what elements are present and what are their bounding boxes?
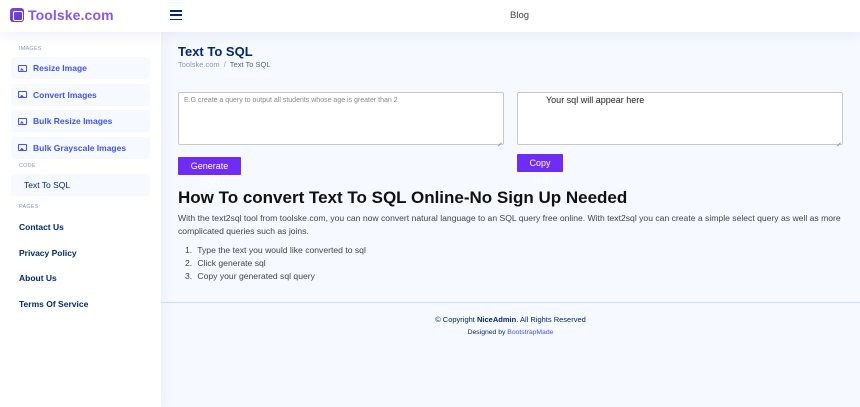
logo[interactable]: Toolske.com bbox=[10, 7, 114, 23]
sql-output[interactable] bbox=[517, 92, 843, 145]
credits-text: Designed by BootstrapMade bbox=[467, 329, 554, 336]
image-icon bbox=[18, 91, 27, 98]
sidebar-item-contact-us[interactable]: Contact Us bbox=[11, 215, 150, 241]
sidebar-item-text-to-sql[interactable]: Text To SQL bbox=[11, 174, 150, 196]
breadcrumb-separator: / bbox=[223, 60, 226, 69]
image-icon bbox=[18, 117, 27, 125]
image-icon bbox=[18, 64, 27, 72]
sidebar-item-label: Resize Image bbox=[33, 63, 87, 73]
copy-text-button[interactable]: Copy Text bbox=[517, 154, 563, 186]
logo-icon bbox=[10, 8, 24, 22]
list-item: 2. Click generate sql bbox=[185, 258, 266, 268]
text-input[interactable] bbox=[178, 92, 504, 145]
breadcrumb-home[interactable]: Toolske.com bbox=[178, 60, 220, 69]
brand-name: NiceAdmin bbox=[477, 315, 517, 324]
breadcrumb: Toolske.com / Text To SQL bbox=[178, 60, 271, 69]
sidebar-item-resize-image[interactable]: Resize Image bbox=[11, 57, 150, 79]
sidebar-item-bulk-resize-images[interactable]: Bulk Resize Images bbox=[11, 110, 150, 132]
header: Toolske.com Blog bbox=[0, 0, 860, 32]
nav-heading-images: IMAGES bbox=[19, 46, 42, 52]
sidebar-item-terms-of-service[interactable]: Terms Of Service bbox=[11, 292, 150, 318]
list-item: 1. Type the text you would like converte… bbox=[185, 245, 366, 255]
sidebar-item-label: Bulk Resize Images bbox=[33, 116, 113, 126]
resize-handle-icon[interactable] bbox=[835, 137, 841, 143]
logo-text: Toolske.com bbox=[28, 7, 114, 23]
nav-heading-pages: PAGES bbox=[19, 204, 39, 210]
menu-toggle-icon[interactable] bbox=[170, 10, 182, 21]
main-content: Text To SQL Toolske.com/Text To SQL Gene… bbox=[161, 32, 860, 407]
sidebar-item-label: Text To SQL bbox=[24, 180, 71, 190]
resize-handle-icon[interactable] bbox=[496, 137, 502, 143]
sidebar-item-label: Convert Images bbox=[33, 89, 97, 100]
list-item: 3. Copy your generated sql query bbox=[185, 271, 315, 281]
sidebar-item-label: Bulk Grayscale Images bbox=[33, 142, 127, 153]
section-heading: How To convert Text To SQL Online-No Sig… bbox=[178, 188, 628, 207]
blog-link[interactable]: Blog bbox=[510, 10, 529, 21]
footer: © Copyright NiceAdmin. All Rights Reserv… bbox=[161, 302, 860, 407]
generate-sql-button[interactable]: Generate SQL! bbox=[178, 157, 241, 189]
designer-link[interactable]: BootstrapMade bbox=[507, 329, 553, 336]
page-title: Text To SQL bbox=[178, 44, 253, 59]
sidebar-item-convert-images[interactable]: Convert Images bbox=[11, 83, 150, 106]
description-text: With the text2sql tool from toolske.com,… bbox=[178, 213, 841, 236]
sidebar-item-bulk-grayscale-images[interactable]: Bulk Grayscale Images bbox=[11, 136, 150, 159]
image-icon bbox=[18, 144, 27, 151]
sidebar-item-about-us[interactable]: About Us bbox=[11, 266, 150, 292]
nav-heading-code: CODE bbox=[19, 163, 36, 169]
copyright-text: © Copyright NiceAdmin. All Rights Reserv… bbox=[435, 315, 586, 324]
sidebar: IMAGES Resize Image Convert Images Bulk … bbox=[0, 32, 161, 407]
breadcrumb-current: Text To SQL bbox=[229, 60, 271, 69]
steps-list: 1. Type the text you would like converte… bbox=[185, 244, 366, 283]
sidebar-item-privacy-policy[interactable]: Privacy Policy bbox=[11, 241, 150, 267]
